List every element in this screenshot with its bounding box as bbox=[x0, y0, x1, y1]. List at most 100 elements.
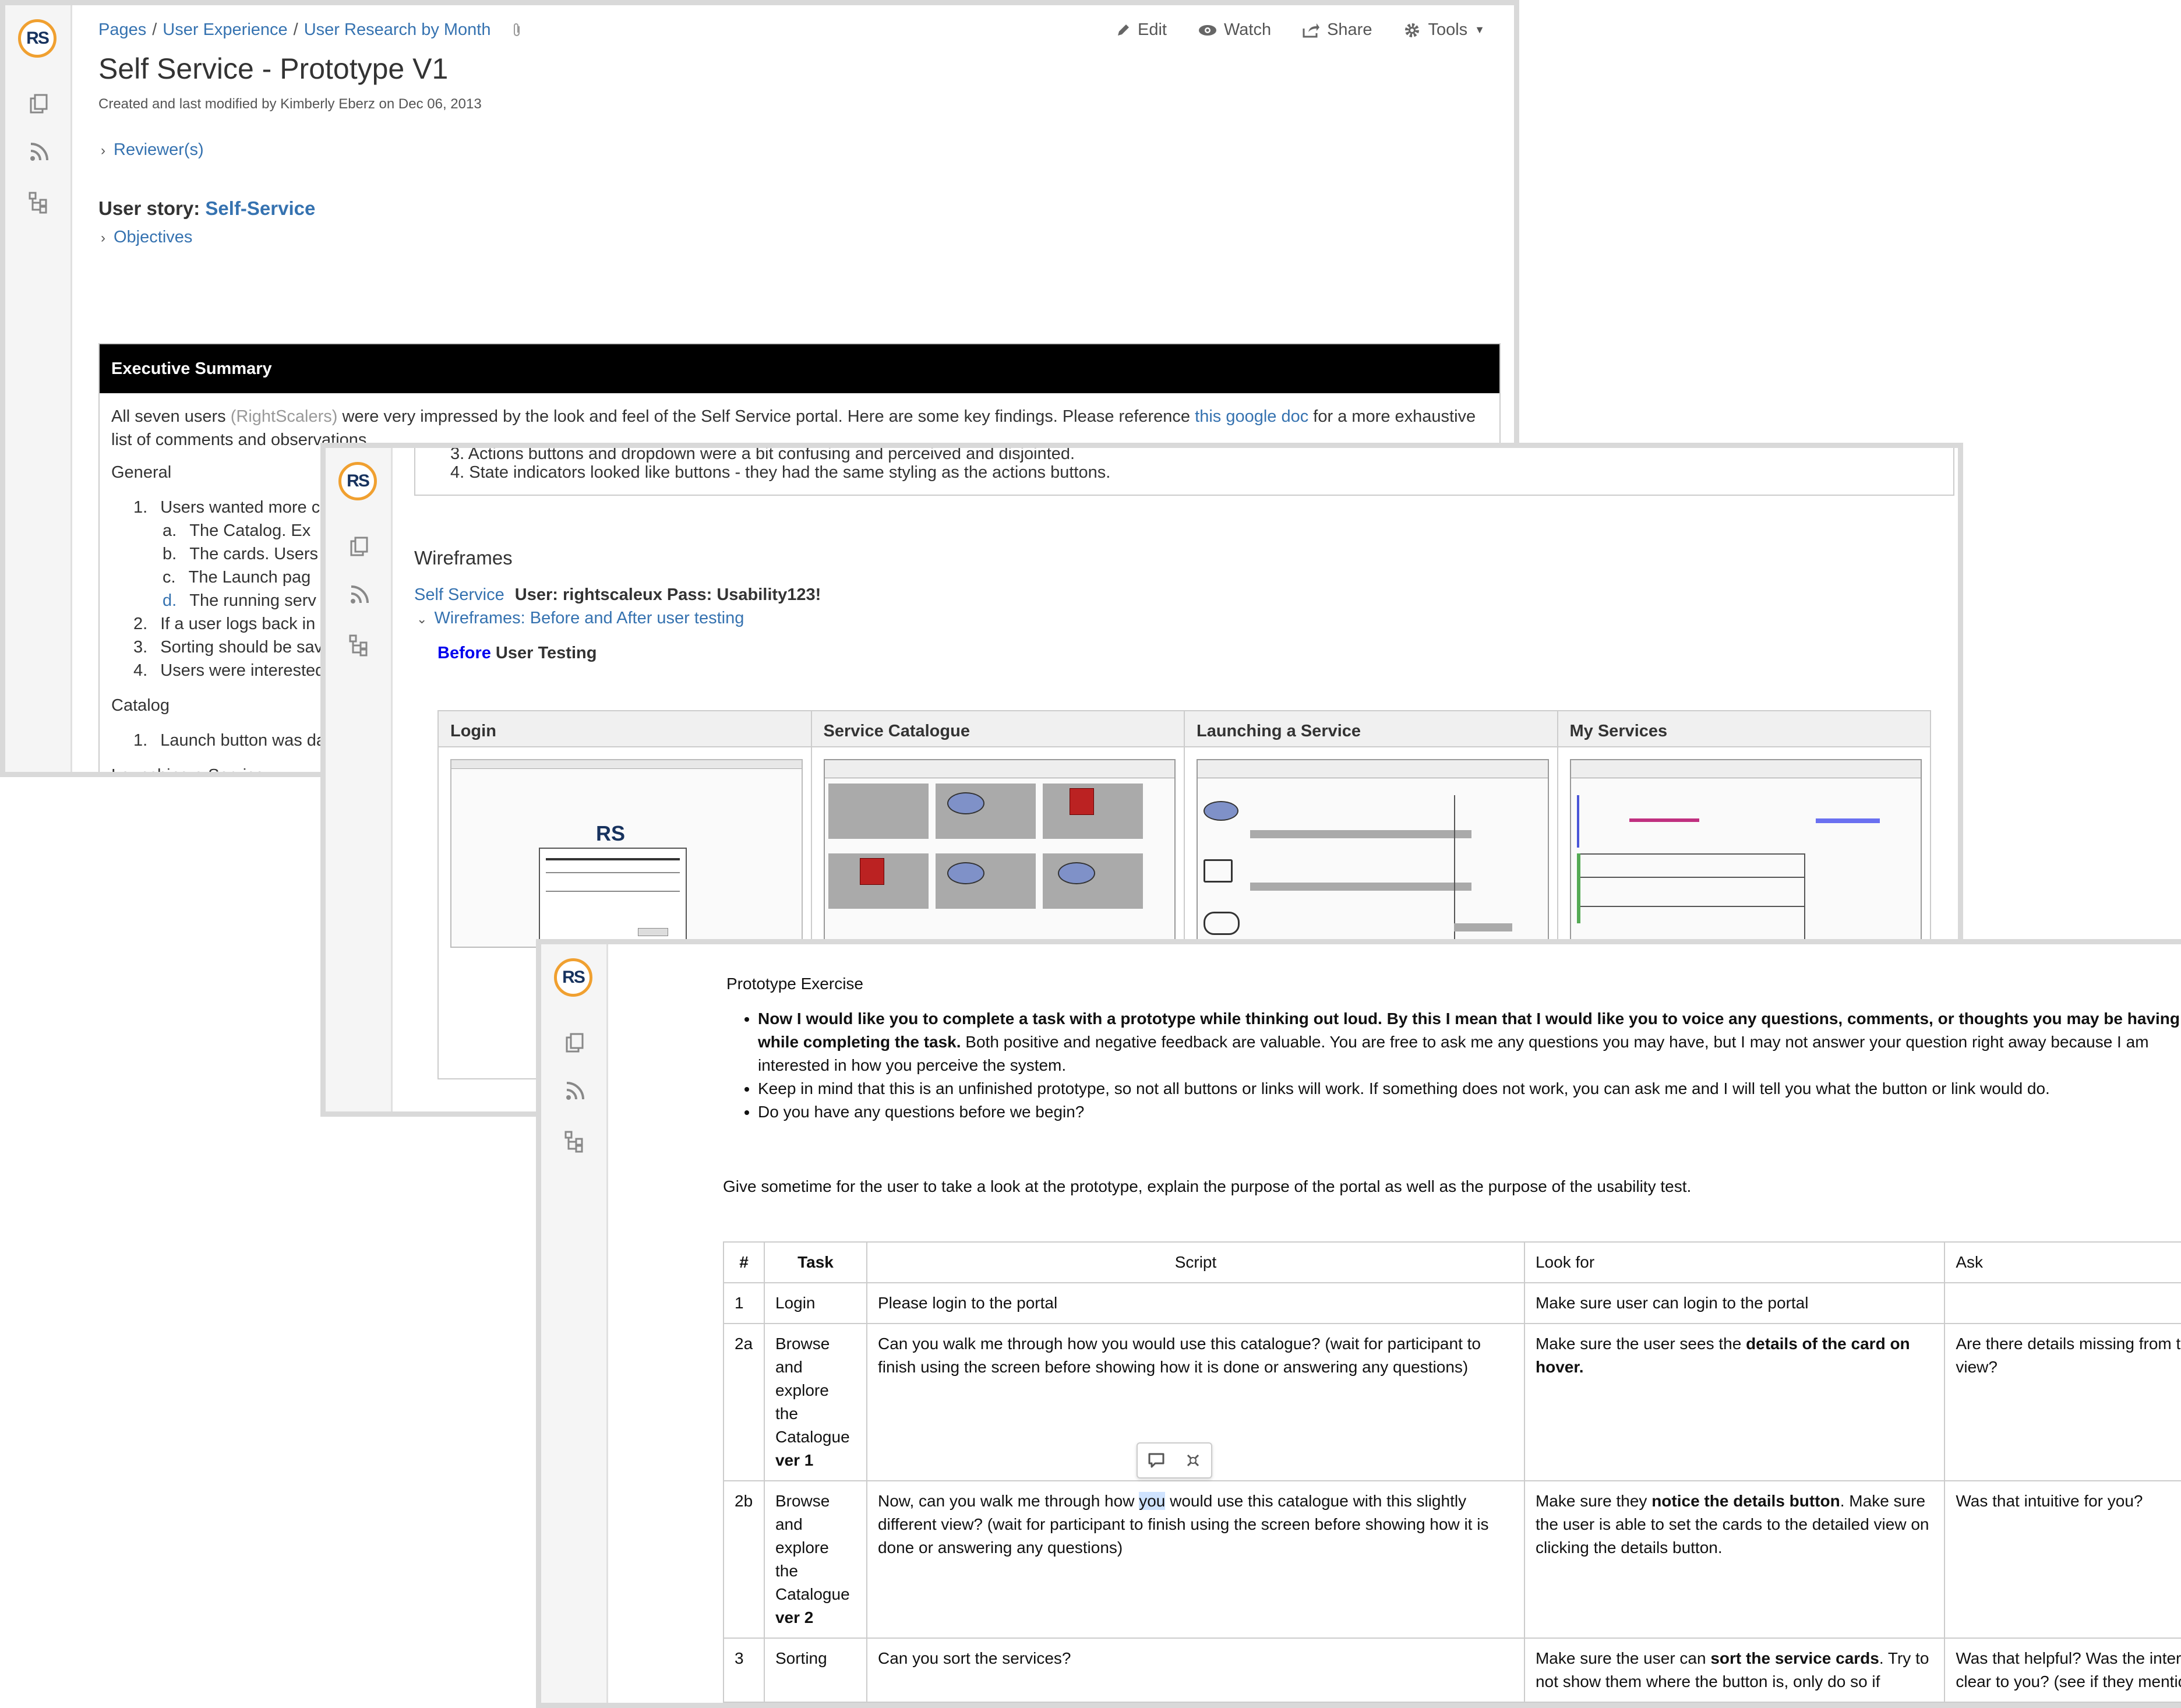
list-item: 1. Users wanted more co bbox=[133, 498, 330, 517]
cell-num: 1 bbox=[723, 1282, 765, 1324]
tree-icon[interactable] bbox=[348, 633, 371, 657]
watch-button[interactable]: Watch bbox=[1198, 20, 1271, 40]
share-label: Share bbox=[1327, 20, 1372, 39]
rss-icon[interactable] bbox=[348, 583, 371, 606]
exec-text-muted: (RightScalers) bbox=[230, 407, 338, 426]
breadcrumb-user-experience[interactable]: User Experience bbox=[163, 20, 287, 39]
create-issue-icon[interactable] bbox=[1184, 1452, 1202, 1469]
column-header: Ask bbox=[1944, 1241, 2181, 1283]
gear-icon bbox=[1405, 23, 1420, 37]
table-row: 2a Browse and explore the Catalogue ver 1… bbox=[723, 1323, 2181, 1481]
tools-button[interactable]: Tools ▼ bbox=[1403, 20, 1485, 40]
list-item: 3. Actions buttons and dropdown were a b… bbox=[450, 444, 1075, 463]
cell-ask bbox=[1944, 1282, 2181, 1324]
rss-icon[interactable] bbox=[563, 1079, 587, 1103]
list-item: Keep in mind that this is an unfinished … bbox=[758, 1077, 2181, 1100]
launching-service-wireframe-thumbnail[interactable] bbox=[1197, 759, 1549, 948]
comment-icon[interactable] bbox=[1147, 1452, 1166, 1469]
pages-icon[interactable] bbox=[348, 535, 371, 559]
edit-label: Edit bbox=[1137, 20, 1167, 39]
column-header: Script bbox=[866, 1241, 1525, 1283]
attachment-icon[interactable] bbox=[511, 23, 524, 38]
cell-task: Login bbox=[763, 1282, 867, 1324]
cell-num: 2a bbox=[723, 1323, 765, 1481]
cell-script: Can you sort the services? bbox=[866, 1638, 1525, 1703]
chevron-down-icon: ▼ bbox=[1474, 24, 1485, 36]
credentials-line: Self Service User: rightscaleux Pass: Us… bbox=[414, 585, 821, 605]
catalog-heading: Catalog bbox=[111, 696, 170, 715]
prototype-exercise-heading: Prototype Exercise bbox=[726, 975, 863, 993]
user-story: User story: Self-Service bbox=[98, 197, 315, 220]
rightscale-logo[interactable]: RS bbox=[554, 958, 592, 997]
cell-task: Browse and explore the Catalogue ver 2 bbox=[763, 1480, 867, 1639]
table-row: 1 Login Please login to the portal Make … bbox=[723, 1282, 2181, 1324]
cell-task: Browse and explore the Catalogue ver 1 bbox=[763, 1323, 867, 1481]
column-header: # bbox=[723, 1241, 765, 1283]
sidebar: RS bbox=[326, 448, 393, 1111]
cell-ask: Are there details missing from the cards… bbox=[1944, 1323, 2181, 1481]
table-row: 3 Sorting Can you sort the services? Mak… bbox=[723, 1638, 2181, 1703]
cell-script: Now, can you walk me through how you wou… bbox=[866, 1480, 1525, 1639]
before-heading: Before User Testing bbox=[437, 644, 597, 663]
wireframes-heading: Wireframes bbox=[414, 547, 513, 569]
chevron-down-icon: ⌄ bbox=[417, 612, 428, 626]
reviewers-expander[interactable]: › Reviewer(s) bbox=[101, 140, 204, 160]
cell-look-for: Make sure the user sees the details of t… bbox=[1523, 1323, 1946, 1481]
credentials: User: rightscaleux Pass: Usability123! bbox=[514, 585, 821, 604]
objectives-expander[interactable]: › Objectives bbox=[101, 228, 192, 247]
general-heading: General bbox=[111, 463, 172, 482]
rss-icon[interactable] bbox=[27, 140, 51, 164]
chevron-right-icon: › bbox=[101, 230, 105, 246]
page-actions: Edit Watch Share Tools ▼ bbox=[1116, 20, 1485, 40]
list-item: Now I would like you to complete a task … bbox=[758, 1007, 2181, 1077]
user-testing-label: User Testing bbox=[495, 644, 597, 662]
reviewers-label: Reviewer(s) bbox=[114, 140, 204, 159]
list-item: 3. Sorting should be save bbox=[133, 638, 333, 657]
my-services-wireframe-thumbnail[interactable] bbox=[1569, 759, 1922, 948]
table-header-row: # Task Script Look for Ask bbox=[723, 1241, 2181, 1283]
sidebar: RS bbox=[541, 944, 608, 1703]
wireframes-expander-label: Wireframes: Before and After user testin… bbox=[434, 609, 744, 627]
self-service-link[interactable]: Self Service bbox=[414, 585, 504, 604]
breadcrumb-user-research[interactable]: User Research by Month bbox=[304, 20, 491, 39]
breadcrumb: Pages / User Experience / User Research by M… bbox=[98, 20, 524, 40]
cell-ask: Was that helpful? Was the interaction cl… bbox=[1944, 1638, 2181, 1703]
cell-script: Please login to the portal bbox=[866, 1282, 1525, 1324]
eye-icon bbox=[1198, 24, 1216, 36]
list-item: 2. If a user logs back in a bbox=[133, 615, 330, 633]
pages-icon[interactable] bbox=[27, 93, 51, 116]
tools-label: Tools bbox=[1428, 20, 1468, 39]
share-icon bbox=[1303, 23, 1320, 37]
tree-icon[interactable] bbox=[27, 190, 51, 214]
selected-text[interactable]: you bbox=[1139, 1492, 1166, 1510]
rightscale-logo[interactable]: RS bbox=[338, 462, 377, 500]
column-header: Login bbox=[439, 711, 811, 747]
breadcrumb-pages[interactable]: Pages bbox=[98, 20, 146, 39]
list-item: c. The Launch pag bbox=[163, 568, 311, 587]
wireframes-expander[interactable]: ⌄ Wireframes: Before and After user testi… bbox=[417, 609, 744, 628]
edit-button[interactable]: Edit bbox=[1116, 20, 1167, 40]
cell-look-for: Make sure the user can sort the service … bbox=[1523, 1638, 1946, 1703]
tree-icon[interactable] bbox=[563, 1130, 587, 1153]
share-button[interactable]: Share bbox=[1303, 20, 1372, 40]
cell-look-for: Make sure user can login to the portal bbox=[1523, 1282, 1946, 1324]
user-story-link[interactable]: Self-Service bbox=[205, 197, 315, 219]
table-row: 2b Browse and explore the Catalogue ver 2… bbox=[723, 1480, 2181, 1639]
column-header: Service Catalogue bbox=[811, 711, 1184, 747]
rightscale-logo[interactable]: RS bbox=[18, 19, 57, 58]
list-item: 4. State indicators looked like buttons … bbox=[450, 463, 1111, 482]
exec-text: were very impressed by the look and feel… bbox=[342, 407, 1191, 426]
page-meta: Created and last modified by Kimberly Eb… bbox=[98, 96, 482, 112]
sidebar: RS bbox=[5, 5, 72, 772]
cell-look-for: Make sure they notice the details button… bbox=[1523, 1480, 1946, 1639]
instructions-list: Now I would like you to complete a task … bbox=[758, 1007, 2181, 1124]
google-doc-link[interactable]: this google doc bbox=[1195, 407, 1308, 426]
list-item: b. The cards. Users bbox=[163, 545, 319, 563]
cell-task: Sorting bbox=[763, 1638, 867, 1703]
pages-icon[interactable] bbox=[563, 1032, 587, 1055]
login-wireframe-thumbnail[interactable]: RS bbox=[450, 759, 803, 948]
exec-text: All seven users bbox=[111, 407, 226, 426]
launching-heading: Launching a Service: bbox=[111, 766, 269, 777]
column-header: Launching a Service bbox=[1185, 711, 1557, 747]
service-catalogue-wireframe-thumbnail[interactable] bbox=[823, 759, 1176, 948]
